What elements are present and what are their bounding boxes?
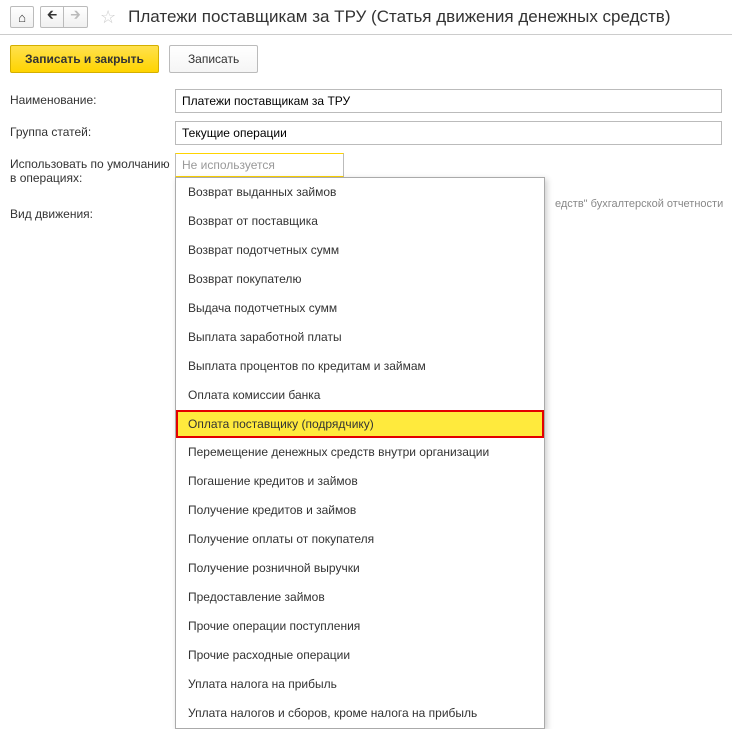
dropdown-item[interactable]: Прочие операции поступления	[176, 612, 544, 641]
page-title: Платежи поставщикам за ТРУ (Статья движе…	[128, 7, 670, 27]
dropdown-item[interactable]: Выдача подотчетных сумм	[176, 294, 544, 323]
dropdown-item[interactable]: Погашение кредитов и займов	[176, 467, 544, 496]
name-label: Наименование:	[10, 89, 175, 107]
home-icon: ⌂	[18, 10, 26, 25]
favorite-star-icon[interactable]: ☆	[100, 7, 116, 28]
default-operations-input[interactable]	[175, 153, 344, 177]
dropdown-item[interactable]: Уплата налогов и сборов, кроме налога на…	[176, 699, 544, 728]
movement-type-label: Вид движения:	[10, 203, 175, 221]
home-button[interactable]: ⌂	[10, 6, 34, 28]
name-input[interactable]	[175, 89, 722, 113]
dropdown-item[interactable]: Получение кредитов и займов	[176, 496, 544, 525]
dropdown-item[interactable]: Выплата процентов по кредитам и займам	[176, 352, 544, 381]
save-button[interactable]: Записать	[169, 45, 258, 73]
dropdown-item[interactable]: Возврат покупателю	[176, 265, 544, 294]
operations-dropdown: Возврат выданных займовВозврат от постав…	[175, 177, 545, 729]
dropdown-item[interactable]: Возврат подотчетных сумм	[176, 236, 544, 265]
arrow-right-icon: 🡲	[70, 6, 81, 28]
dropdown-item[interactable]: Прочие расходные операции	[176, 641, 544, 670]
default-operations-label: Использовать по умолчанию в операциях:	[10, 153, 175, 185]
save-and-close-button[interactable]: Записать и закрыть	[10, 45, 159, 73]
dropdown-item[interactable]: Перемещение денежных средств внутри орга…	[176, 438, 544, 467]
dropdown-item[interactable]: Получение розничной выручки	[176, 554, 544, 583]
dropdown-item[interactable]: Оплата комиссии банка	[176, 381, 544, 410]
forward-button[interactable]: 🡲	[64, 6, 88, 28]
group-label: Группа статей:	[10, 121, 175, 139]
dropdown-item[interactable]: Предоставление займов	[176, 583, 544, 612]
group-input[interactable]	[175, 121, 722, 145]
hint-text: едств" бухгалтерской отчетности	[555, 198, 723, 210]
dropdown-item[interactable]: Возврат выданных займов	[176, 178, 544, 207]
back-button[interactable]: 🡰	[40, 6, 64, 28]
dropdown-item[interactable]: Получение оплаты от покупателя	[176, 525, 544, 554]
dropdown-item[interactable]: Оплата поставщику (подрядчику)	[176, 410, 544, 438]
dropdown-item[interactable]: Выплата заработной платы	[176, 323, 544, 352]
dropdown-item[interactable]: Возврат от поставщика	[176, 207, 544, 236]
arrow-left-icon: 🡰	[47, 6, 58, 28]
